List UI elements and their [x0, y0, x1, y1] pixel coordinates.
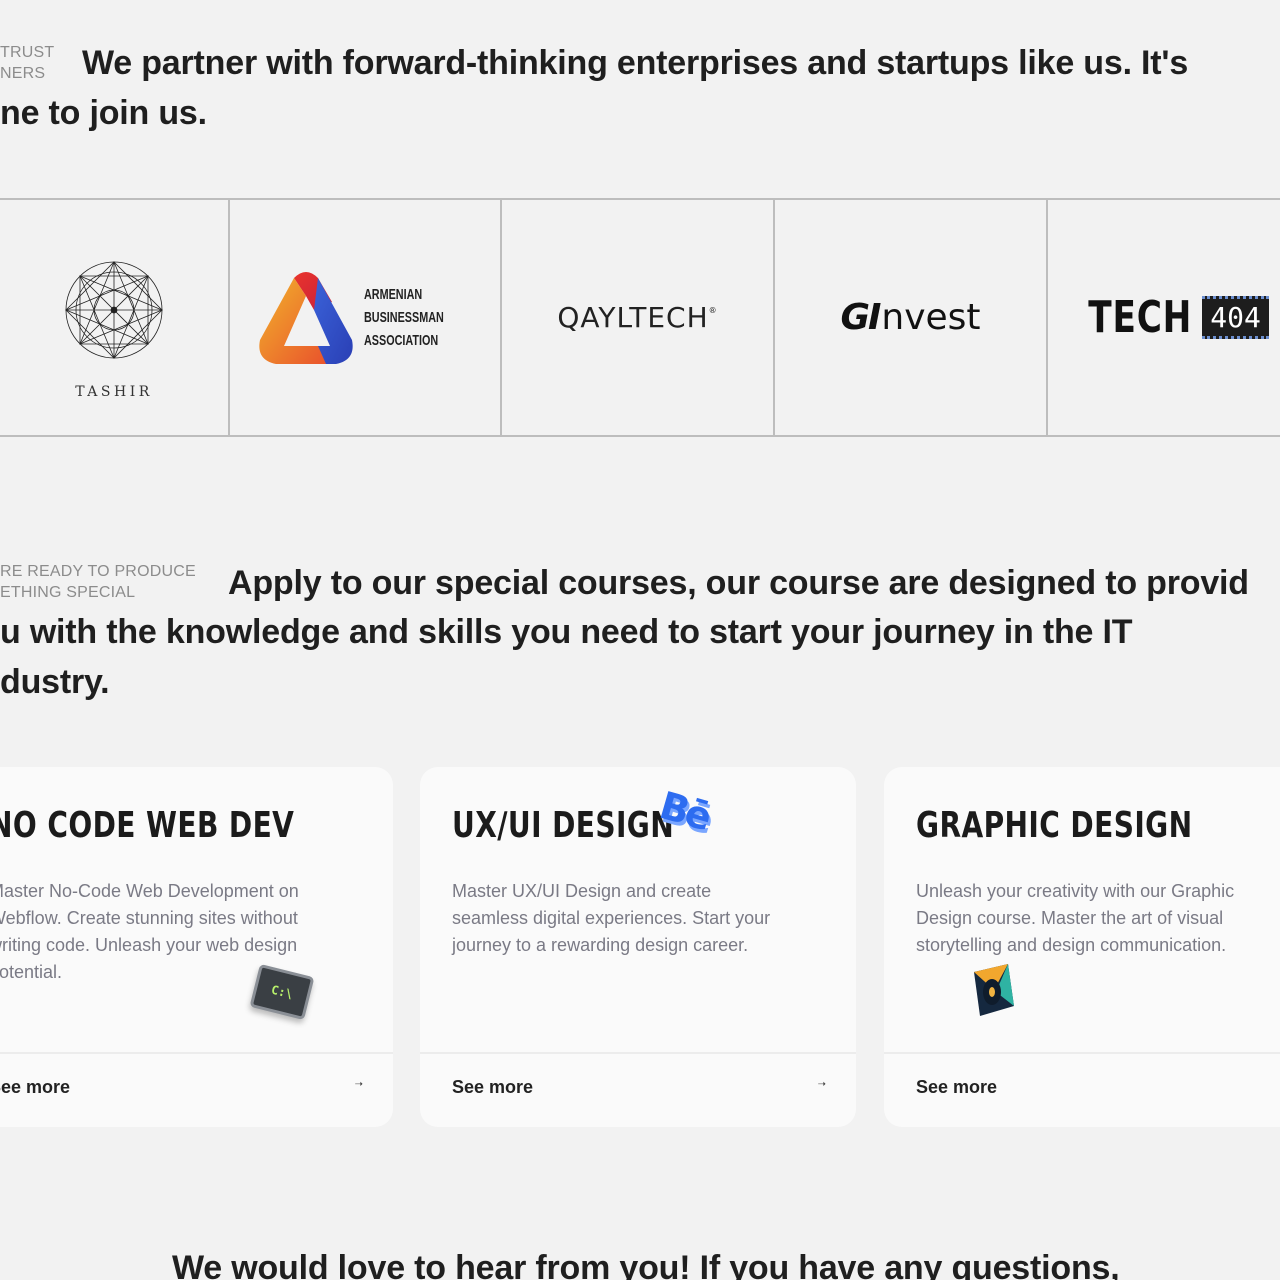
ginvest-gi: GI [840, 297, 881, 338]
aba-line1: ARMENIAN [364, 286, 423, 303]
partners-eyebrow: TRUST NERS [0, 42, 54, 84]
courses-lead-line3: dustry. [0, 663, 110, 701]
course-desc-line: Unleash your creativity with our Graphic [916, 881, 1235, 901]
card-divider [0, 1052, 393, 1054]
see-more-link[interactable]: See more [0, 1077, 70, 1098]
see-more-link[interactable]: See more [916, 1077, 997, 1098]
course-desc-line: storytelling and design communication. [916, 935, 1227, 955]
course-card-title: NO CODE WEB DEV [0, 805, 295, 846]
qayltech-wordmark: QAYLTECH® [557, 301, 717, 334]
partner-logo-qayltech[interactable]: QAYLTECH® [502, 200, 775, 435]
card-divider [420, 1052, 856, 1054]
partner-logo-aba[interactable]: ARMENIAN BUSINESSMAN ASSOCIATION [230, 200, 502, 435]
course-desc-line: Design course. Master the art of visual [916, 908, 1224, 928]
course-desc-line: Master UX/UI Design and create [452, 881, 712, 901]
card-divider [884, 1052, 1280, 1054]
aba-wordmark: ARMENIAN BUSINESSMAN ASSOCIATION [364, 283, 444, 352]
contact-lead-line1: We would love to hear from you! If you h… [172, 1249, 1120, 1280]
qayltech-text: QAYLTECH [557, 301, 709, 334]
course-desc-line: writing code. Unleash your web design [0, 935, 298, 955]
partners-lead-line2: ne to join us. [0, 94, 207, 132]
aba-line3: ASSOCIATION [364, 332, 439, 349]
qayltech-registered-mark: ® [708, 306, 718, 315]
aba-line2: BUSINESSMAN [364, 309, 444, 326]
partners-eyebrow-line2: NERS [0, 65, 46, 82]
tech404-box: 404 [1202, 296, 1269, 339]
course-card-description: Master No-Code Web Development on Webflo… [0, 878, 359, 986]
arrow-right-icon[interactable]: ➝ [355, 1079, 363, 1090]
course-desc-line: Webflow. Create stunning sites without [0, 908, 298, 928]
course-card-title: UX/UI DESIGN [452, 805, 675, 846]
arrow-right-icon[interactable]: ➝ [818, 1079, 826, 1090]
partners-lead-line1: We partner with forward-thinking enterpr… [82, 44, 1189, 82]
course-card-title: GRAPHIC DESIGN [916, 805, 1193, 846]
course-desc-line: journey to a rewarding design career. [452, 935, 749, 955]
partner-logo-ginvest[interactable]: GI nvest [775, 200, 1048, 435]
course-card-graphic[interactable]: GRAPHIC DESIGN Unleash your creativity w… [884, 767, 1280, 1127]
course-desc-line: seamless digital experiences. Start your [452, 908, 771, 928]
tashir-wordmark: TASHIR [75, 383, 153, 400]
see-more-link[interactable]: See more [452, 1077, 533, 1098]
course-card-description: Unleash your creativity with our Graphic… [916, 878, 1280, 959]
course-card-ux-ui[interactable]: UX/UI DESIGN Bē Master UX/UI Design and … [420, 767, 856, 1127]
course-desc-line: Master No-Code Web Development on [0, 881, 299, 901]
aba-triangle-icon [259, 271, 353, 364]
partner-logo-tashir[interactable]: TASHIR [0, 200, 230, 435]
courses-eyebrow-line1: RE READY TO PRODUCE [0, 563, 196, 580]
tech404-word: TECH [1088, 292, 1193, 343]
ginvest-text: nvest [881, 297, 981, 338]
page: TRUST NERS We partner with forward-think… [0, 0, 1280, 1280]
partners-eyebrow-line1: TRUST [0, 44, 55, 61]
tashir-emblem-icon [64, 260, 164, 359]
graphic-design-icon [974, 964, 1014, 1016]
ginvest-wordmark: GI nvest [840, 297, 980, 338]
partners-logo-strip: TASHIR ARMENIAN BUSINESSMAN ASSOCIATION … [0, 198, 1280, 437]
courses-eyebrow-line2: ETHING SPECIAL [0, 584, 136, 601]
course-card-no-code[interactable]: NO CODE WEB DEV Master No-Code Web Devel… [0, 767, 393, 1127]
courses-eyebrow: RE READY TO PRODUCE ETHING SPECIAL [0, 561, 196, 603]
course-card-description: Master UX/UI Design and create seamless … [452, 878, 822, 959]
partner-logo-tech404[interactable]: TECH 404 [1048, 200, 1280, 435]
courses-lead-line1: Apply to our special courses, our course… [228, 564, 1249, 602]
courses-lead-line2: u with the knowledge and skills you need… [0, 613, 1133, 651]
